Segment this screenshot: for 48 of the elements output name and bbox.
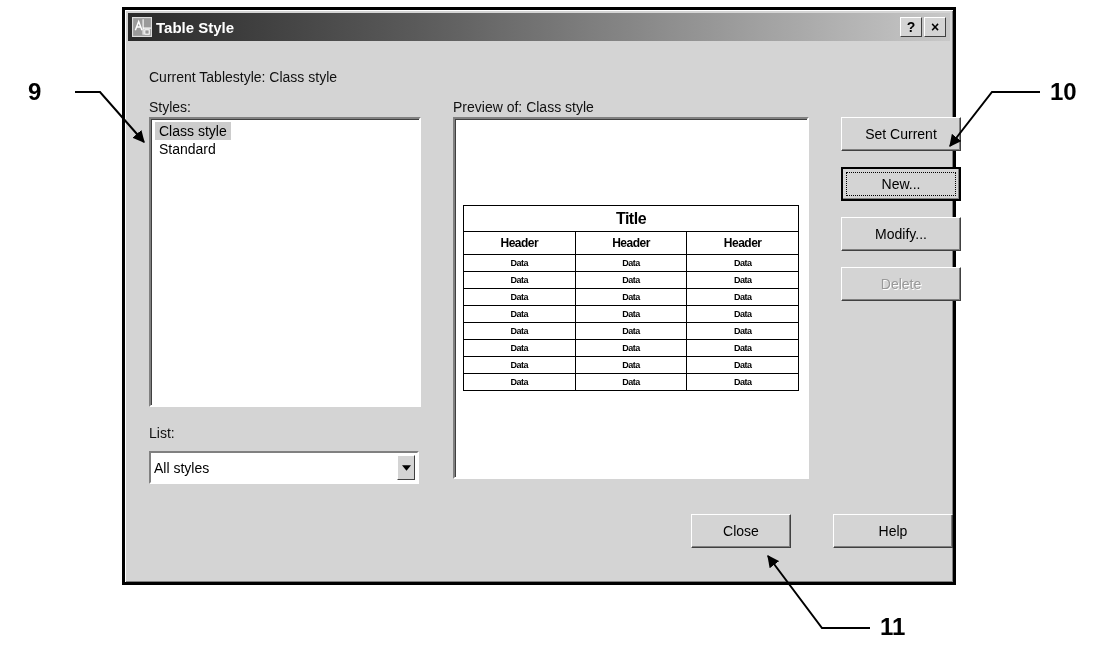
style-list-item[interactable]: Standard [155,140,220,158]
table-cell: Data [463,305,576,323]
table-cell: Data [575,254,687,272]
table-cell: Data [463,271,576,289]
table-cell: Data [686,373,799,391]
table-cell: Data [575,271,687,289]
table-header-cell: Header [575,231,687,255]
table-cell: Data [686,322,799,340]
callout-number: 11 [880,613,906,641]
callout-number: 10 [1050,78,1077,106]
current-style-label: Current Tablestyle: Class style [149,69,339,87]
table-title: Title [463,205,799,232]
table-cell: Data [575,305,687,323]
table-cell: Data [463,356,576,374]
table-cell: Data [575,339,687,357]
preview-label: Preview of: Class style [453,99,595,117]
table-cell: Data [575,322,687,340]
table-cell: Data [463,373,576,391]
dialog-button[interactable]: Modify... [841,217,961,251]
list-label: List: [149,425,176,443]
styles-label: Styles: [149,99,192,117]
table-cell: Data [686,339,799,357]
table-cell: Data [686,356,799,374]
callout-number: 9 [28,78,42,106]
dialog-button[interactable]: Help [833,514,953,548]
table-cell: Data [686,271,799,289]
style-list-item[interactable]: Class style [155,122,231,140]
table-header-cell: Header [463,231,576,255]
caret-icon [401,464,411,471]
table-cell: Data [686,288,799,306]
list-dropdown[interactable]: All styles [149,451,419,484]
window-title: Table Style [156,18,235,36]
dialog-button[interactable]: Set Current [841,117,961,151]
close-button[interactable]: × [924,17,946,37]
dialog-button[interactable]: New... [841,167,961,201]
table-cell: Data [463,322,576,340]
dialog-button[interactable]: Close [691,514,791,548]
table-cell: Data [575,356,687,374]
table-cell: Data [463,288,576,306]
table-cell: Data [686,254,799,272]
table-cell: Data [686,305,799,323]
table-cell: Data [575,288,687,306]
table-cell: Data [575,373,687,391]
table-cell: Data [463,339,576,357]
app-icon [132,17,152,37]
help-button[interactable]: ? [900,17,922,37]
table-header-cell: Header [686,231,799,255]
table-cell: Data [463,254,576,272]
